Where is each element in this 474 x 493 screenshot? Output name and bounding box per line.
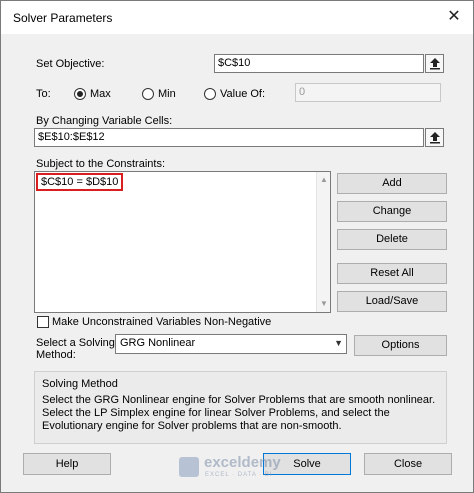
min-label[interactable]: Min bbox=[158, 88, 176, 100]
close-button-label: Close bbox=[393, 458, 423, 470]
changing-cells-range-picker[interactable] bbox=[425, 128, 444, 147]
constraints-scrollbar[interactable]: ▲ ▼ bbox=[316, 172, 330, 312]
constraint-item[interactable]: $C$10 = $D$10 bbox=[36, 173, 124, 191]
window-title: Solver Parameters bbox=[13, 11, 113, 25]
collapse-dialog-icon bbox=[430, 132, 440, 144]
solving-method-select[interactable]: GRG Nonlinear ▼ bbox=[115, 334, 347, 354]
max-radio[interactable] bbox=[74, 88, 86, 100]
load-save-button[interactable]: Load/Save bbox=[337, 291, 447, 312]
max-label[interactable]: Max bbox=[90, 88, 111, 100]
change-button[interactable]: Change bbox=[337, 201, 447, 222]
constraints-listbox[interactable]: $C$10 = $D$10 ▲ ▼ bbox=[34, 171, 331, 313]
title-bar: Solver Parameters ✕ bbox=[1, 1, 473, 34]
options-button-label: Options bbox=[381, 339, 420, 351]
non-negative-label[interactable]: Make Unconstrained Variables Non-Negativ… bbox=[52, 316, 271, 328]
set-objective-label: Set Objective: bbox=[36, 58, 105, 70]
to-label: To: bbox=[36, 88, 51, 100]
help-button[interactable]: Help bbox=[23, 453, 111, 475]
constraints-label: Subject to the Constraints: bbox=[36, 158, 166, 170]
delete-button-label: Delete bbox=[376, 233, 408, 245]
load-save-button-label: Load/Save bbox=[365, 295, 419, 307]
collapse-dialog-icon bbox=[430, 58, 440, 70]
exceldemy-logo-icon bbox=[179, 457, 199, 477]
solver-parameters-dialog: Solver Parameters ✕ Set Objective: $C$10… bbox=[0, 0, 474, 493]
solving-method-description: Solving Method Select the GRG Nonlinear … bbox=[34, 371, 447, 444]
value-of-radio[interactable] bbox=[204, 88, 216, 100]
exceldemy-watermark: exceldemy EXCEL · DATA · BI bbox=[179, 453, 309, 481]
objective-range-picker[interactable] bbox=[425, 54, 444, 73]
solving-method-label-line1: Select a Solving bbox=[36, 337, 115, 349]
objective-input[interactable]: $C$10 bbox=[214, 54, 424, 73]
scroll-down-icon[interactable]: ▼ bbox=[319, 299, 329, 309]
close-icon[interactable]: ✕ bbox=[443, 6, 465, 28]
value-of-input[interactable]: 0 bbox=[295, 83, 441, 102]
value-of-label[interactable]: Value Of: bbox=[220, 88, 265, 100]
changing-cells-input[interactable]: $E$10:$E$12 bbox=[34, 128, 424, 147]
reset-all-button-label: Reset All bbox=[370, 267, 414, 279]
solving-method-text: Select the GRG Nonlinear engine for Solv… bbox=[42, 394, 436, 432]
delete-button[interactable]: Delete bbox=[337, 229, 447, 250]
min-radio[interactable] bbox=[142, 88, 154, 100]
help-button-label: Help bbox=[55, 458, 79, 470]
add-button-label: Add bbox=[382, 177, 402, 189]
scroll-up-icon[interactable]: ▲ bbox=[319, 175, 329, 185]
reset-all-button[interactable]: Reset All bbox=[337, 263, 447, 284]
solving-method-value: GRG Nonlinear bbox=[120, 337, 196, 349]
options-button[interactable]: Options bbox=[354, 335, 447, 356]
chevron-down-icon: ▼ bbox=[334, 338, 343, 348]
watermark-tagline: EXCEL · DATA · BI bbox=[205, 472, 273, 478]
change-button-label: Change bbox=[372, 205, 412, 217]
solving-method-title: Solving Method bbox=[42, 378, 118, 390]
changing-cells-label: By Changing Variable Cells: bbox=[36, 115, 173, 127]
watermark-name: exceldemy bbox=[204, 454, 281, 471]
add-button[interactable]: Add bbox=[337, 173, 447, 194]
close-button[interactable]: Close bbox=[364, 453, 452, 475]
non-negative-checkbox[interactable] bbox=[37, 316, 49, 328]
solving-method-label-line2: Method: bbox=[36, 349, 76, 361]
